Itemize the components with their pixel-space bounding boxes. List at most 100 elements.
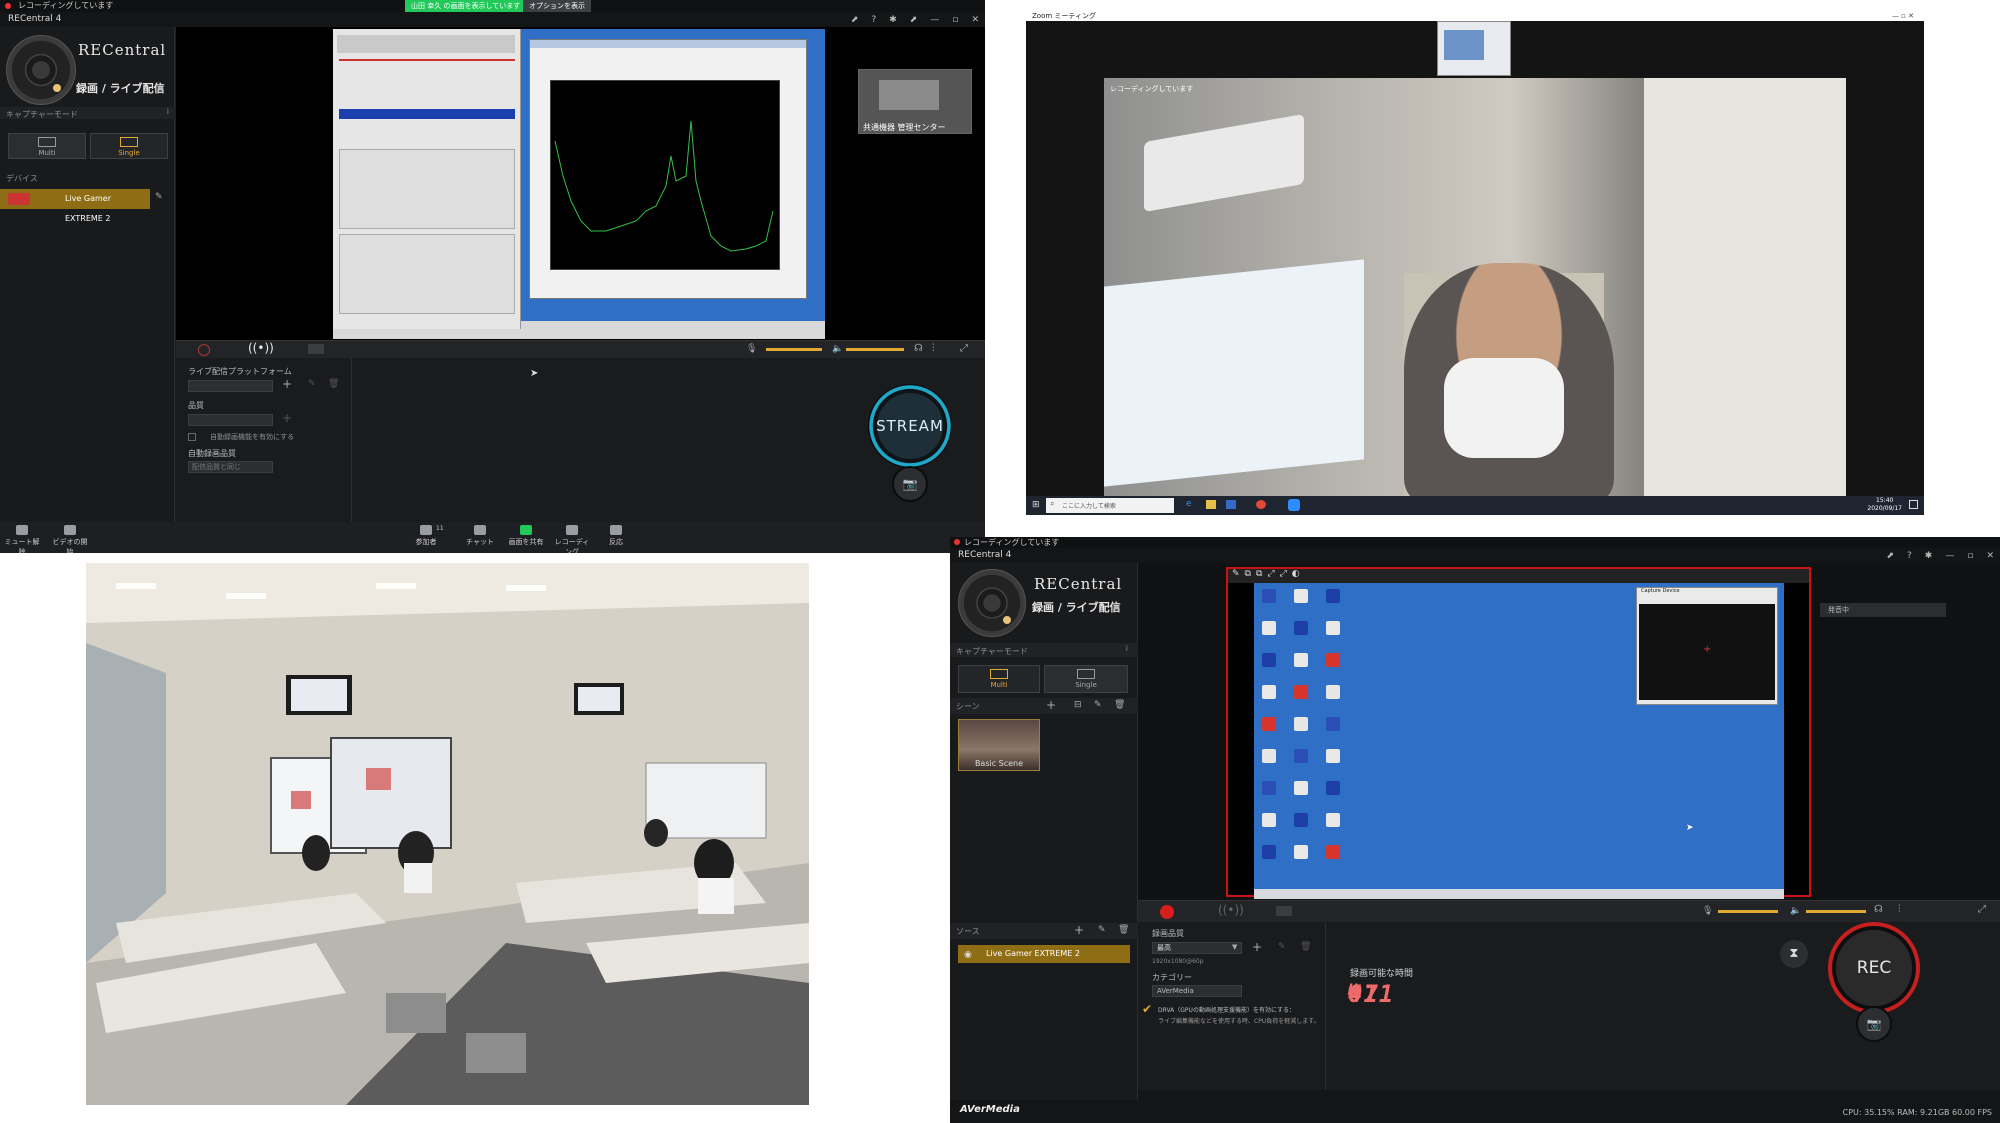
desktop-file-icon[interactable] bbox=[1326, 813, 1340, 827]
source-item[interactable]: ◉ Live Gamer EXTREME 2 bbox=[958, 945, 1130, 963]
mic-icon[interactable]: 🎙 bbox=[746, 344, 757, 354]
preview-tools-icon[interactable]: ✎⧉⧉⤢⤢◐ bbox=[1232, 569, 1305, 579]
add-quality-icon[interactable]: + bbox=[1252, 940, 1262, 954]
auto-quality-select[interactable]: 配信品質と同じ bbox=[188, 461, 273, 473]
delete-scene-icon[interactable]: 🗑 bbox=[1114, 700, 1125, 710]
desktop-file-icon[interactable] bbox=[1262, 621, 1276, 635]
toolbar-video-button[interactable]: ビデオの開始 bbox=[50, 525, 90, 553]
desktop-file-icon[interactable] bbox=[1326, 717, 1340, 731]
platform-select[interactable] bbox=[188, 380, 273, 392]
desktop-file-icon[interactable] bbox=[1294, 749, 1308, 763]
desktop-file-icon[interactable] bbox=[1326, 781, 1340, 795]
desktop-file-icon[interactable] bbox=[1294, 621, 1308, 635]
desktop-file-icon[interactable] bbox=[1294, 813, 1308, 827]
toolbar-reaction-button[interactable]: 反応 bbox=[596, 525, 636, 547]
maximize-icon[interactable]: ▫ bbox=[1967, 549, 1973, 564]
taskbar-search-input[interactable]: ここに入力して検索 bbox=[1046, 498, 1174, 513]
edit-quality-icon[interactable]: ✎ bbox=[1278, 942, 1286, 952]
category-input[interactable]: AVerMedia bbox=[1152, 985, 1242, 997]
live-broadcast-icon[interactable]: ((•)) bbox=[1218, 903, 1244, 917]
headphones-icon[interactable]: ☊ bbox=[1874, 904, 1883, 915]
eye-icon[interactable]: ◉ bbox=[964, 946, 972, 964]
shared-screen-thumbnail[interactable] bbox=[1437, 21, 1511, 76]
speaker-icon[interactable]: 🔈 bbox=[832, 344, 843, 354]
info-icon[interactable]: ⅰ bbox=[167, 107, 169, 116]
edge-icon[interactable]: e bbox=[1186, 499, 1192, 509]
folder-icon[interactable] bbox=[1206, 500, 1216, 509]
desktop-file-icon[interactable] bbox=[1262, 717, 1276, 731]
mixer-icon[interactable]: ⫶ bbox=[932, 343, 935, 354]
add-quality-icon[interactable]: + bbox=[282, 411, 292, 425]
notifications-icon[interactable] bbox=[1909, 500, 1918, 509]
record-quality-select[interactable]: 最高 bbox=[1152, 942, 1242, 954]
toolbar-unmute-button[interactable]: ミュート解除 bbox=[2, 525, 42, 553]
edit-source-icon[interactable]: ✎ bbox=[1098, 925, 1106, 935]
desktop-file-icon[interactable] bbox=[1294, 589, 1308, 603]
toolbar-share-button[interactable]: 画面を共有 bbox=[506, 525, 546, 547]
edit-platform-icon[interactable]: ✎ bbox=[308, 379, 316, 389]
record-icon[interactable] bbox=[198, 344, 210, 356]
desktop-file-icon[interactable] bbox=[1326, 749, 1340, 763]
desktop-file-icon[interactable] bbox=[1262, 813, 1276, 827]
desktop-file-icon[interactable] bbox=[1326, 653, 1340, 667]
toolbar-record-button[interactable]: レコーディング bbox=[552, 525, 592, 553]
desktop-file-icon[interactable] bbox=[1294, 653, 1308, 667]
rec-button[interactable]: REC bbox=[1828, 922, 1920, 1014]
minimize-icon[interactable]: — bbox=[930, 13, 939, 28]
mic-volume-slider[interactable] bbox=[766, 348, 822, 351]
desktop-file-icon[interactable] bbox=[1294, 845, 1308, 859]
mixer-icon[interactable]: ⫶ bbox=[1898, 904, 1901, 915]
windows-start-icon[interactable]: ⊞ bbox=[1032, 500, 1040, 510]
options-button[interactable]: オプションを表示 bbox=[523, 0, 591, 12]
settings-icon[interactable]: ✱ bbox=[889, 13, 897, 28]
info-icon[interactable]: ⅰ bbox=[1126, 644, 1128, 653]
mic-icon[interactable]: 🎙 bbox=[1702, 906, 1713, 916]
mode-single-button[interactable]: Single bbox=[90, 133, 168, 159]
share-icon[interactable]: ⬈ bbox=[910, 13, 918, 28]
close-icon[interactable]: ✕ bbox=[1986, 549, 1994, 564]
speaker-icon[interactable]: 🔈 bbox=[1790, 906, 1801, 916]
live-broadcast-icon[interactable]: ((•)) bbox=[248, 341, 274, 355]
desktop-file-icon[interactable] bbox=[1294, 781, 1308, 795]
delete-quality-icon[interactable]: 🗑 bbox=[1300, 942, 1311, 952]
desktop-file-icon[interactable] bbox=[1262, 749, 1276, 763]
zoom-app-icon[interactable] bbox=[1288, 499, 1300, 511]
toolbar-chat-button[interactable]: チャット bbox=[460, 525, 500, 547]
mode-single-button[interactable]: Single bbox=[1044, 665, 1128, 693]
edit-scene-icon[interactable]: ✎ bbox=[1094, 700, 1102, 710]
mode-multi-button[interactable]: Multi bbox=[958, 665, 1040, 693]
device-item[interactable]: Live Gamer EXTREME 2 bbox=[0, 189, 150, 223]
edit-device-icon[interactable]: ✎ bbox=[155, 192, 163, 202]
participant-video[interactable]: 共通機器 管理センター bbox=[858, 69, 972, 134]
desktop-file-icon[interactable] bbox=[1262, 781, 1276, 795]
fullscreen-icon[interactable]: ⤢ bbox=[960, 343, 968, 354]
add-scene-icon[interactable]: + bbox=[1046, 698, 1056, 712]
record-icon[interactable] bbox=[1160, 905, 1174, 919]
drva-checkbox[interactable]: ✔ bbox=[1142, 1002, 1152, 1016]
minimize-icon[interactable]: — bbox=[1945, 549, 1954, 564]
desktop-file-icon[interactable] bbox=[1262, 845, 1276, 859]
fullscreen-icon[interactable]: ⤢ bbox=[1978, 904, 1986, 915]
desktop-file-icon[interactable] bbox=[1262, 685, 1276, 699]
maximize-icon[interactable]: ▫ bbox=[952, 13, 958, 28]
stream-button[interactable]: STREAM bbox=[868, 384, 952, 468]
auto-record-checkbox[interactable] bbox=[188, 433, 196, 441]
scene-thumbnail[interactable]: Basic Scene bbox=[958, 719, 1040, 771]
mode-multi-button[interactable]: Multi bbox=[8, 133, 86, 159]
snapshot-camera-icon[interactable]: 📷 bbox=[892, 466, 928, 502]
desktop-file-icon[interactable] bbox=[1294, 717, 1308, 731]
help-icon[interactable]: ? bbox=[1907, 549, 1912, 564]
speaker-volume-slider[interactable] bbox=[1806, 910, 1866, 913]
scene-switch-icon[interactable] bbox=[1276, 906, 1292, 916]
pin-icon[interactable]: ⬈ bbox=[1886, 549, 1894, 564]
window-controls-icon[interactable]: — ▫ ✕ bbox=[1892, 11, 1914, 21]
mic-volume-slider[interactable] bbox=[1718, 910, 1778, 913]
scene-switch-icon[interactable] bbox=[308, 344, 324, 354]
desktop-file-icon[interactable] bbox=[1262, 653, 1276, 667]
help-icon[interactable]: ? bbox=[871, 13, 876, 28]
settings-icon[interactable]: ✱ bbox=[1925, 549, 1933, 564]
close-icon[interactable]: ✕ bbox=[971, 13, 979, 28]
headphones-icon[interactable]: ☊ bbox=[914, 343, 923, 354]
capture-device-window[interactable]: Capture Device + bbox=[1636, 587, 1778, 705]
desktop-file-icon[interactable] bbox=[1262, 589, 1276, 603]
